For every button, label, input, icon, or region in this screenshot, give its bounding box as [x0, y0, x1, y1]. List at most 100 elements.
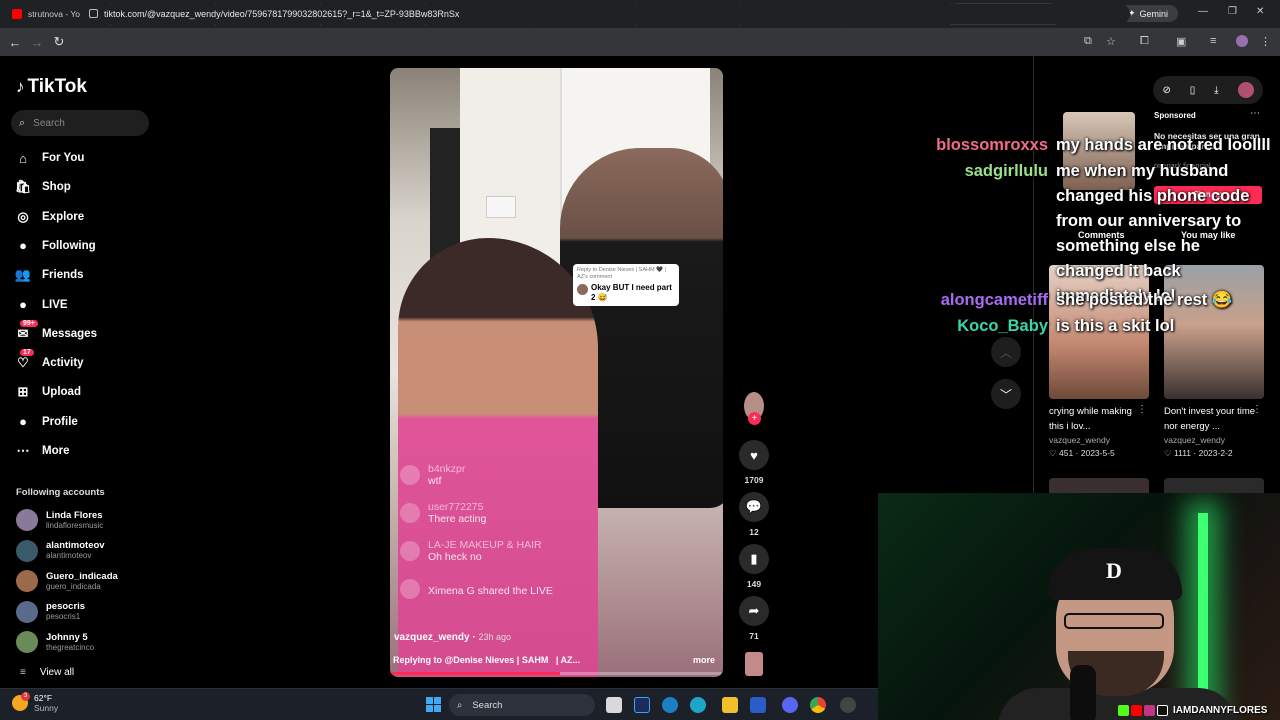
- close-window-icon[interactable]: ✕: [1256, 6, 1264, 17]
- media-icon[interactable]: ≡: [1210, 35, 1216, 47]
- back-arrow-icon[interactable]: ←: [4, 35, 26, 50]
- suggested-video-caption[interactable]: Don't invest your time nor energy ...: [1164, 404, 1256, 434]
- minimize-icon[interactable]: —: [1198, 6, 1208, 17]
- previous-video-button[interactable]: ︿: [991, 337, 1021, 367]
- like-button[interactable]: ♥ 1709: [739, 440, 769, 485]
- ad-more-icon[interactable]: ⋯: [1250, 108, 1260, 119]
- url-field[interactable]: tiktok.com/@vazquez_wendy/video/75967817…: [80, 4, 1130, 24]
- tiktok-sidebar: ♪ TikTok ⌕ Search ⌂ For You 🛍 Shop ◎ Explore ● Fo…: [0, 56, 170, 688]
- avatar[interactable]: [16, 509, 38, 531]
- following-account[interactable]: alantimoteov alantimoteov: [16, 538, 166, 564]
- music-disc-thumb[interactable]: [745, 652, 763, 676]
- player-tools: ⊘ ▯ ⤓: [1153, 76, 1263, 104]
- windows-start-icon[interactable]: [426, 697, 441, 712]
- suggested-video-thumbnail[interactable]: [1049, 478, 1149, 493]
- sponsored-label: Sponsored: [1154, 111, 1196, 120]
- sidebar-item-following[interactable]: ● Following: [14, 234, 164, 258]
- share-button[interactable]: ➦ 71: [739, 596, 769, 641]
- following-account[interactable]: Johnny 5 thegreatcinco: [16, 629, 166, 655]
- view-all-button[interactable]: ≡ View all: [20, 667, 74, 678]
- chat-username: alongcametiff: [940, 291, 1048, 309]
- suggested-video-author[interactable]: vazquez_wendy: [1049, 435, 1149, 445]
- video-author-name[interactable]: vazquez_wendy: [394, 632, 470, 643]
- chat-message: is this a skit lol: [1056, 317, 1175, 335]
- card-more-icon[interactable]: ⋮: [1252, 404, 1262, 415]
- sidebar-item-upload[interactable]: ⊞ Upload: [14, 380, 164, 404]
- compass-icon[interactable]: ⊘: [1162, 85, 1170, 96]
- save-button[interactable]: ▮ 149: [739, 544, 769, 589]
- windows-taskbar: 3 62°F Sunny ⌕ Search: [0, 688, 878, 720]
- microphone: [1070, 665, 1096, 720]
- comment-button[interactable]: 💬 12: [739, 492, 769, 537]
- suggested-video-thumbnail[interactable]: [1164, 478, 1264, 493]
- view-all-label: View all: [39, 667, 75, 678]
- edge-icon[interactable]: [662, 697, 678, 713]
- streamer-glasses: [1064, 613, 1164, 629]
- bookmark-star-icon[interactable]: ☆: [1106, 35, 1116, 48]
- sidebar-item-more[interactable]: ⋯ More: [14, 439, 164, 463]
- task-view-icon[interactable]: [606, 697, 622, 713]
- caption-more-button[interactable]: more: [693, 655, 715, 665]
- tiktok-logo[interactable]: ♪ TikTok: [16, 76, 87, 98]
- profile-avatar[interactable]: [1236, 35, 1248, 47]
- video-caption-tail: | AZ...: [555, 655, 581, 665]
- video-progress-bar[interactable]: [390, 672, 723, 675]
- phone-icon[interactable]: ▯: [1190, 85, 1196, 96]
- avatar[interactable]: [16, 600, 38, 623]
- following-account[interactable]: Guero_indicada guero_indicada: [16, 568, 166, 594]
- obs-icon[interactable]: [840, 697, 856, 713]
- suggested-video-likes: 451: [1059, 448, 1074, 458]
- card-more-icon[interactable]: ⋮: [1137, 404, 1147, 415]
- reload-icon[interactable]: ↻: [48, 34, 70, 50]
- follow-plus-icon[interactable]: +: [748, 412, 761, 425]
- forward-arrow-icon[interactable]: →: [26, 35, 48, 50]
- author-avatar[interactable]: +: [744, 392, 764, 425]
- instagram-icon: [1144, 704, 1155, 716]
- avatar[interactable]: [16, 631, 38, 653]
- app-icon[interactable]: [690, 697, 706, 713]
- chrome-icon[interactable]: [810, 697, 826, 713]
- sidebar-item-live[interactable]: ● LIVE: [14, 293, 164, 317]
- next-video-button[interactable]: ﹀: [991, 379, 1021, 409]
- following-account[interactable]: Linda Flores lindafloresmusic: [16, 507, 166, 533]
- taskbar-search[interactable]: ⌕ Search: [449, 694, 595, 716]
- user-avatar[interactable]: [1237, 82, 1254, 98]
- sidebar-item-friends[interactable]: 👥 Friends: [14, 263, 164, 287]
- weather-widget[interactable]: 3 62°F Sunny: [12, 692, 58, 713]
- live-comment-text: wtf: [428, 475, 442, 487]
- browser-menu-icon[interactable]: ⋮: [1260, 35, 1271, 48]
- video-player[interactable]: Reply to Denise Nieves | SAHM 🖤 | AZ's c…: [390, 68, 723, 677]
- file-explorer-icon[interactable]: [722, 697, 738, 713]
- suggested-video-caption[interactable]: crying while making this i lov...: [1049, 404, 1141, 434]
- live-comment-text: There acting: [428, 513, 487, 525]
- photoshop-icon[interactable]: [634, 697, 650, 713]
- search-input[interactable]: ⌕ Search: [11, 110, 149, 136]
- install-app-icon[interactable]: ⧉: [1084, 35, 1092, 48]
- account-name: Johnny 5: [46, 631, 88, 643]
- avatar[interactable]: [16, 570, 38, 592]
- shop-icon: 🛍: [14, 179, 32, 195]
- account-handle: pesocris1: [46, 612, 81, 621]
- following-accounts-title: Following accounts: [16, 487, 105, 498]
- avatar[interactable]: [16, 539, 38, 562]
- following-account[interactable]: pesocris pesocris1: [16, 599, 166, 625]
- sidepanel-icon[interactable]: ▣: [1176, 35, 1186, 48]
- sidebar-item-activity[interactable]: ♡ 17 Activity: [14, 349, 164, 375]
- sidebar-item-profile[interactable]: ● Profile: [14, 410, 164, 434]
- sidebar-item-explore[interactable]: ◎ Explore: [14, 205, 164, 229]
- site-info-icon[interactable]: [89, 9, 98, 18]
- chevron-up-icon: ︿: [999, 345, 1012, 360]
- suggested-video-author[interactable]: vazquez_wendy: [1164, 435, 1264, 445]
- save-count: 149: [746, 579, 762, 589]
- discord-icon[interactable]: [782, 697, 798, 713]
- maximize-icon[interactable]: ❐: [1228, 6, 1237, 17]
- url-text: tiktok.com/@vazquez_wendy/video/75967817…: [104, 9, 460, 19]
- outlook-icon[interactable]: [750, 697, 766, 713]
- live-comment-text: Ximena G shared the LIVE: [428, 585, 553, 597]
- video-author[interactable]: vazquez_wendy · 23h ago: [394, 632, 511, 643]
- download-icon[interactable]: ⤓: [1214, 85, 1218, 96]
- sidebar-item-messages[interactable]: ✉ 99+ Messages: [14, 319, 164, 346]
- extensions-icon[interactable]: ⧠: [1140, 35, 1149, 48]
- sidebar-item-for-you[interactable]: ⌂ For You: [14, 146, 164, 170]
- sidebar-item-shop[interactable]: 🛍 Shop: [14, 175, 164, 199]
